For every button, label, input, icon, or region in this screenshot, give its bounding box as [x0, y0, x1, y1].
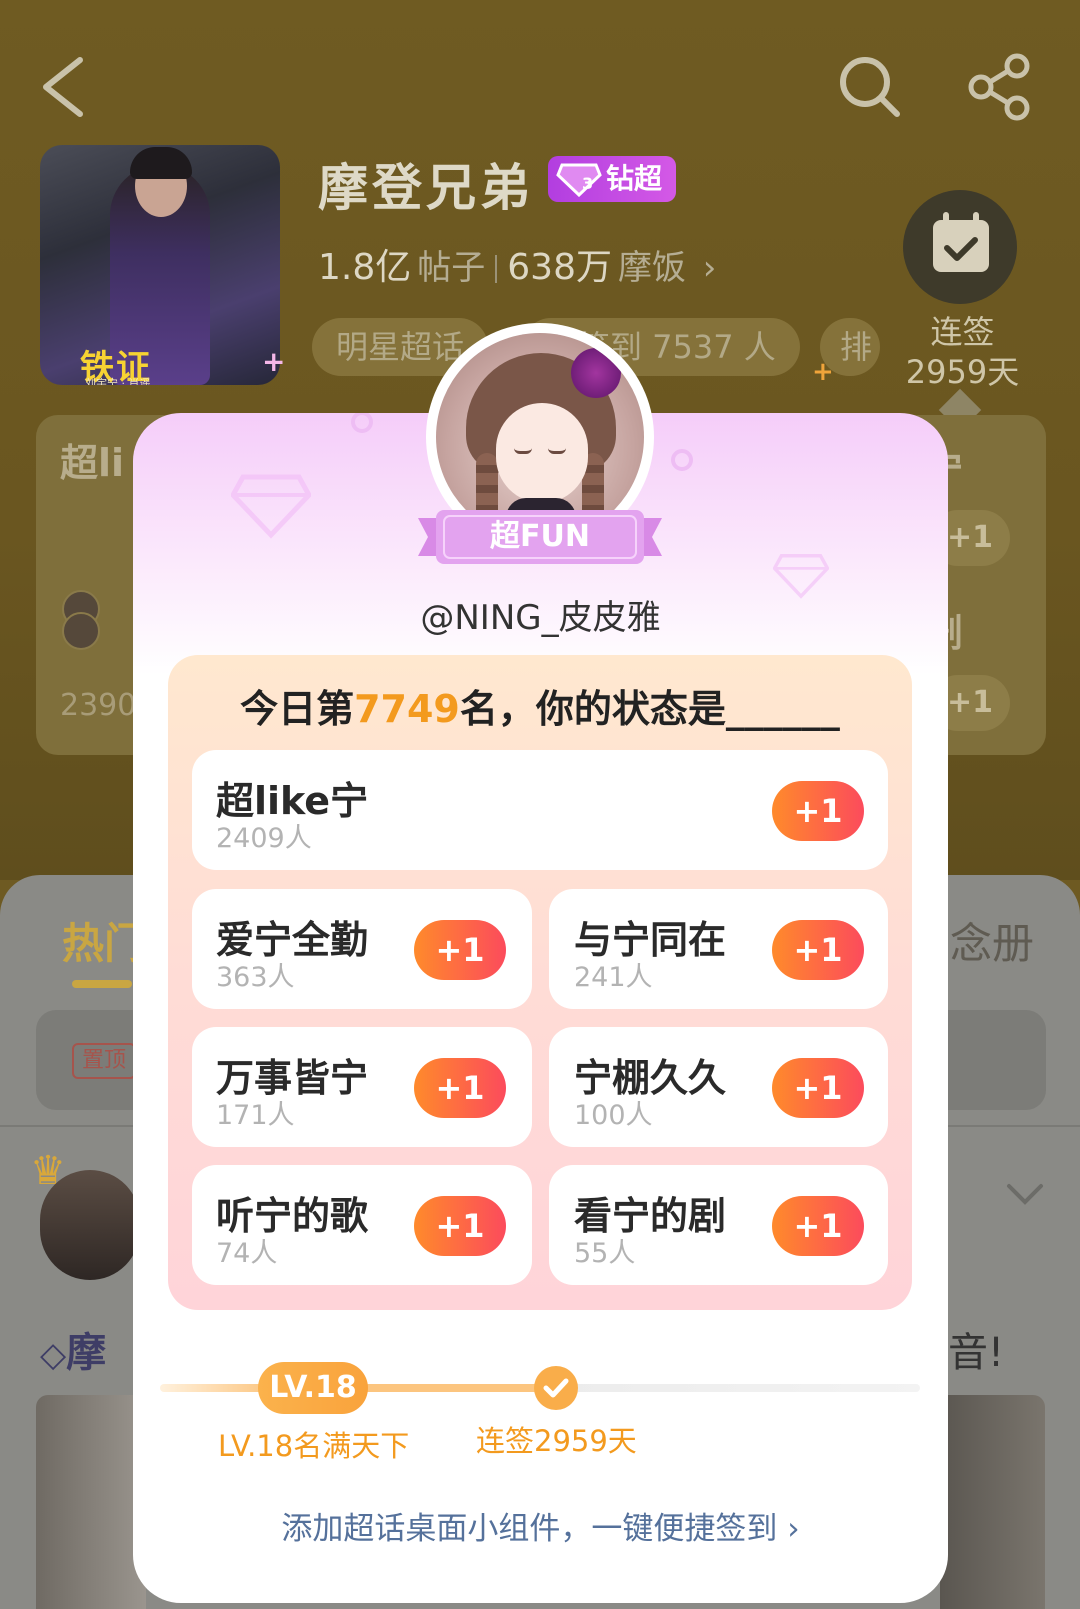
level-caption: LV.18名满天下 — [218, 1429, 410, 1463]
status-option-count: 241人 — [574, 962, 653, 993]
search-icon — [840, 57, 900, 117]
username: @NING_皮皮雅 — [420, 598, 661, 638]
calendar-check-icon — [933, 212, 989, 272]
streak-check-marker — [534, 1366, 578, 1410]
fans-label[interactable]: 摩饭 — [618, 248, 686, 288]
back-button[interactable] — [38, 52, 98, 122]
post-author-avatar[interactable] — [40, 1170, 140, 1280]
stats-divider — [495, 255, 498, 283]
rank-prefix: 今日第 — [240, 687, 355, 731]
plus-one-button[interactable]: +1 — [772, 781, 864, 841]
ring-decoration — [671, 449, 693, 471]
badge-label: 钻超 — [606, 162, 663, 195]
bg-card-count: 2390 — [60, 688, 137, 723]
cover-subtitle: 刘宇宁 · 肖遥 — [85, 377, 151, 385]
chevron-down-icon[interactable] — [1005, 1180, 1045, 1210]
tab-indicator — [72, 980, 132, 988]
post-title-text: 摩 — [66, 1330, 107, 1376]
chevron-right-icon: › — [691, 248, 717, 288]
checkin-streak: 连签 2959天 — [895, 312, 1030, 392]
posts-count: 1.8亿 — [318, 247, 412, 288]
status-option-count: 171人 — [216, 1100, 295, 1131]
plus-one-button[interactable]: +1 — [414, 1058, 506, 1118]
checkin-button[interactable] — [903, 190, 1017, 304]
post-image-left[interactable] — [36, 1395, 146, 1609]
svg-text:3: 3 — [582, 174, 593, 193]
cover-figure-hair — [130, 147, 192, 179]
checkin-label: 连签 — [930, 313, 995, 351]
search-button[interactable] — [835, 52, 905, 122]
diamond-outline-icon: ◇ — [40, 1335, 67, 1375]
status-option-count: 363人 — [216, 962, 295, 993]
plus-one-button[interactable]: +1 — [414, 1196, 506, 1256]
rank-number: 7749 — [354, 687, 460, 731]
status-option-count: 2409人 — [216, 823, 312, 854]
avatar-flower — [571, 348, 621, 398]
status-option-count: 100人 — [574, 1100, 653, 1131]
streak-caption: 连签2959天 — [476, 1424, 637, 1458]
level-pill: LV.18 — [258, 1362, 368, 1414]
plus-one-button[interactable]: +1 — [772, 1058, 864, 1118]
rank-suffix: 名，你的状态是______ — [459, 687, 840, 731]
diamond-decoration-icon — [231, 474, 311, 539]
plus-one-button[interactable]: +1 — [772, 920, 864, 980]
fans-count: 638万 — [507, 247, 612, 288]
topic-stats: 1.8亿 帖子 638万 摩饭 › — [318, 238, 716, 290]
level-badge-text: 超FUN — [490, 519, 590, 554]
tab-album[interactable]: 念册 — [950, 910, 1034, 971]
diamond-icon: 3 — [556, 163, 602, 197]
posts-label: 帖子 — [417, 248, 486, 288]
checkin-days: 2959天 — [905, 353, 1020, 391]
cover-plus-icon: + — [262, 345, 286, 378]
post-title[interactable]: ◇摩 — [40, 1320, 106, 1378]
topic-cover-image[interactable]: 铁证 刘宇宁 · 肖遥 — [40, 145, 280, 385]
plus-one-button[interactable]: +1 — [772, 1196, 864, 1256]
rank-prompt: 今日第7749名，你的状态是______ — [168, 678, 912, 733]
plus-one-button[interactable]: +1 — [414, 920, 506, 980]
bg-mini-avatar — [62, 612, 100, 650]
check-icon — [543, 1378, 569, 1398]
post-title-end: 音! — [948, 1330, 1005, 1376]
chevron-left-icon — [43, 57, 83, 117]
share-icon — [968, 53, 1030, 121]
bg-card-title-left: 超li — [60, 441, 125, 485]
small-plus-icon: + — [812, 357, 834, 387]
diamond-badge[interactable]: 3 钻超 — [548, 156, 676, 202]
avatar-face — [496, 403, 588, 503]
ring-decoration — [351, 413, 373, 433]
share-button[interactable] — [965, 52, 1035, 122]
pinned-tag: 置顶 — [72, 1043, 136, 1079]
status-option-count: 55人 — [574, 1238, 636, 1269]
status-option-count: 74人 — [216, 1238, 278, 1269]
topic-title: 摩登兄弟 — [318, 159, 534, 217]
post-image-right[interactable] — [940, 1395, 1045, 1609]
add-widget-link[interactable]: 添加超话桌面小组件，一键便捷签到 › — [133, 1503, 948, 1548]
